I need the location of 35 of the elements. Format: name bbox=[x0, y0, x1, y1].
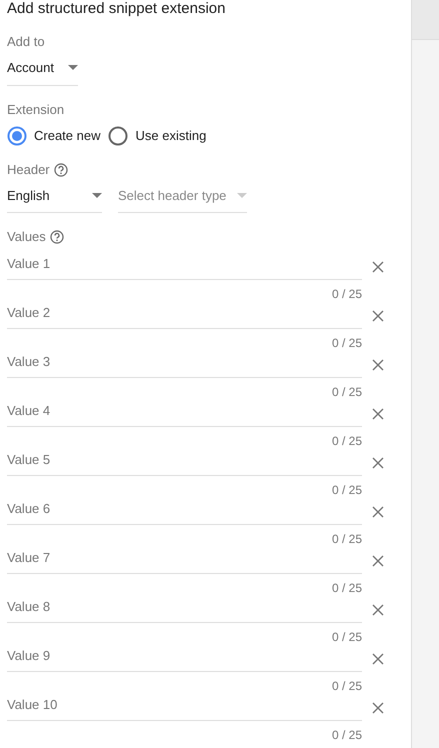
help-icon[interactable] bbox=[50, 230, 64, 244]
close-button[interactable] bbox=[372, 653, 384, 665]
character-counter: 0 / 25 bbox=[332, 483, 362, 497]
close-button[interactable] bbox=[372, 408, 384, 420]
language-dropdown[interactable]: English bbox=[7, 186, 102, 213]
character-counter: 0 / 25 bbox=[332, 581, 362, 595]
help-icon[interactable] bbox=[54, 162, 68, 176]
character-counter: 0 / 25 bbox=[332, 679, 362, 693]
field-label: Add to bbox=[7, 34, 46, 50]
field-label: Extension bbox=[7, 102, 66, 118]
dialog-title: Add structured snippet extension bbox=[7, 0, 226, 18]
close-button[interactable] bbox=[372, 261, 384, 273]
caret-icon bbox=[68, 65, 78, 70]
radio-option[interactable]: Create new bbox=[7, 126, 100, 146]
character-counter: 0 / 25 bbox=[332, 630, 362, 644]
caret-icon bbox=[237, 192, 247, 198]
character-counter: 0 / 25 bbox=[332, 287, 362, 301]
account-dropdown[interactable]: Account bbox=[7, 58, 78, 86]
close-button[interactable] bbox=[372, 555, 384, 567]
close-button[interactable] bbox=[372, 457, 384, 469]
character-counter: 0 / 25 bbox=[332, 385, 362, 399]
close-button[interactable] bbox=[372, 604, 384, 616]
character-counter: 0 / 25 bbox=[332, 434, 362, 448]
close-button[interactable] bbox=[372, 359, 384, 371]
close-button[interactable] bbox=[372, 702, 384, 714]
field-label: Values bbox=[7, 229, 46, 245]
header-type-dropdown[interactable]: Select header type bbox=[118, 186, 247, 213]
character-counter: 0 / 25 bbox=[332, 532, 362, 546]
radio-option[interactable]: Use existing bbox=[108, 126, 206, 146]
character-counter: 0 / 25 bbox=[332, 728, 362, 742]
field-label: Header bbox=[7, 162, 50, 178]
caret-icon bbox=[92, 192, 102, 198]
close-button[interactable] bbox=[372, 506, 384, 518]
close-button[interactable] bbox=[372, 310, 384, 322]
character-counter: 0 / 25 bbox=[332, 336, 362, 350]
